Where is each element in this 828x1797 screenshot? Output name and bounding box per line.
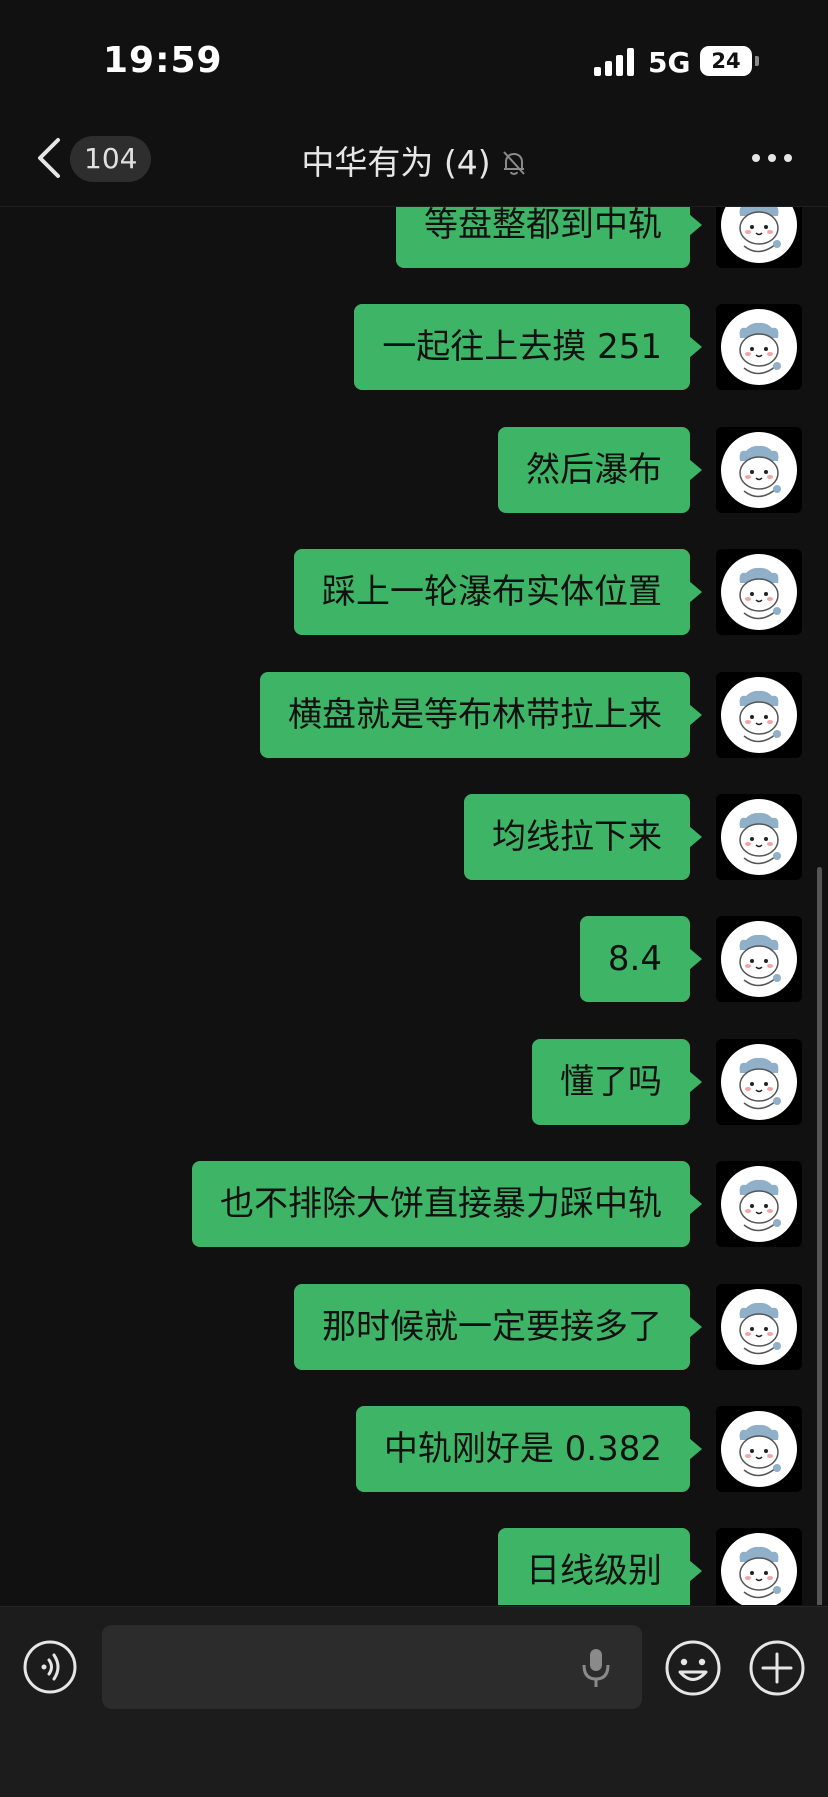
message-bubble[interactable]: 横盘就是等布林带拉上来	[260, 671, 702, 758]
plus-icon[interactable]	[748, 1639, 806, 1697]
message-row: 日线级别	[498, 1528, 802, 1605]
message-bubble[interactable]: 日线级别	[498, 1528, 702, 1605]
message-row: 踩上一轮瀑布实体位置	[294, 549, 802, 637]
nav-bar: 104 中华有为 (4)	[0, 110, 828, 207]
network-label: 5G	[648, 46, 691, 79]
message-row: 横盘就是等布林带拉上来	[260, 671, 802, 760]
avatar[interactable]	[716, 304, 802, 391]
message-row: 8.4	[579, 916, 802, 1004]
message-bubble[interactable]: 一起往上去摸 251	[354, 304, 702, 391]
message-bubble[interactable]: 那时候就一定要接多了	[294, 1283, 702, 1370]
message-bubble[interactable]: 懂了吗	[532, 1038, 702, 1125]
avatar[interactable]	[716, 1406, 802, 1492]
message-row: 等盘整都到中轨	[396, 207, 802, 270]
scrollbar[interactable]	[817, 867, 822, 1605]
message-bubble[interactable]: 踩上一轮瀑布实体位置	[294, 549, 702, 636]
message-row: 一起往上去摸 251	[354, 304, 802, 392]
message-bubble[interactable]: 然后瀑布	[498, 426, 702, 513]
voice-icon[interactable]	[22, 1639, 78, 1695]
message-bubble[interactable]: 也不排除大饼直接暴力踩中轨	[192, 1161, 702, 1248]
more-options-icon[interactable]	[752, 154, 792, 164]
avatar[interactable]	[716, 1038, 802, 1125]
message-bubble[interactable]: 中轨刚好是 0.382	[355, 1406, 703, 1492]
chat-title[interactable]: 中华有为 (4)	[0, 136, 828, 184]
avatar[interactable]	[716, 426, 802, 513]
input-bar	[0, 1606, 828, 1797]
bell-slash-icon	[501, 146, 527, 175]
avatar[interactable]	[716, 549, 802, 636]
message-row: 懂了吗	[532, 1038, 802, 1127]
message-bubble[interactable]: 等盘整都到中轨	[396, 207, 702, 268]
message-row: 中轨刚好是 0.382	[355, 1406, 802, 1494]
status-bar: 19:59 5G 24	[0, 0, 828, 110]
avatar[interactable]	[716, 794, 802, 880]
avatar[interactable]	[716, 916, 802, 1003]
microphone-icon[interactable]	[580, 1647, 612, 1689]
signal-icon	[594, 48, 636, 76]
message-bubble[interactable]: 8.4	[579, 916, 703, 1003]
message-row: 然后瀑布	[498, 426, 802, 515]
message-input[interactable]	[102, 1625, 642, 1709]
message-row: 那时候就一定要接多了	[294, 1283, 802, 1372]
avatar[interactable]	[716, 1528, 802, 1605]
battery-icon: 24	[700, 46, 759, 76]
avatar[interactable]	[716, 1161, 802, 1248]
chat-title-text: 中华有为 (4)	[301, 143, 491, 182]
message-row: 均线拉下来	[464, 794, 802, 882]
message-bubble[interactable]: 均线拉下来	[464, 794, 702, 880]
avatar[interactable]	[716, 207, 802, 268]
message-list[interactable]: 等盘整都到中轨一起往上去摸 251 然后瀑布踩上一轮瀑布实体位置横盘就是等布林带拉…	[0, 207, 828, 1605]
emoji-icon[interactable]	[664, 1639, 722, 1697]
avatar[interactable]	[716, 671, 802, 758]
message-row: 也不排除大饼直接暴力踩中轨	[192, 1161, 802, 1249]
avatar[interactable]	[716, 1283, 802, 1370]
status-time: 19:59	[103, 40, 223, 81]
